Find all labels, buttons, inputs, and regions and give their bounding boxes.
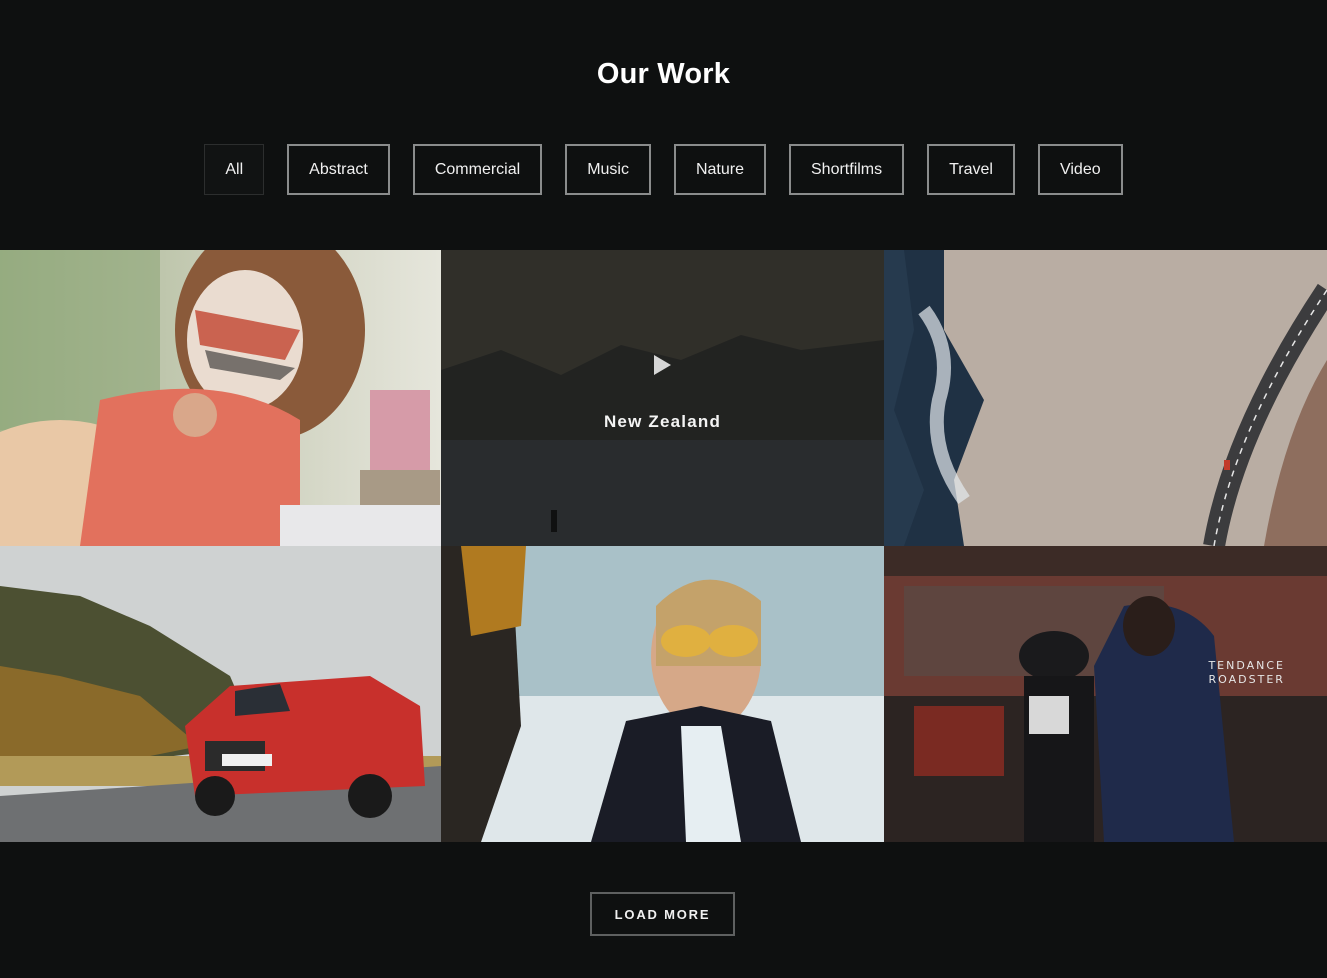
our-work-section: Our Work All Abstract Commercial Music N…	[0, 0, 1327, 978]
filter-shortfilms-button[interactable]: Shortfilms	[789, 144, 905, 195]
portfolio-grid: New Zealand TENDANCE ROADSTER	[0, 250, 1327, 842]
load-more-button[interactable]: LOAD MORE	[590, 892, 735, 936]
category-filters: All Abstract Commercial Music Nature Sho…	[0, 144, 1327, 195]
portfolio-item-roadster[interactable]: TENDANCE ROADSTER	[884, 546, 1327, 842]
page-title: Our Work	[596, 58, 731, 90]
watermark-line-2: ROADSTER	[1208, 673, 1285, 686]
portfolio-item-new-zealand[interactable]: New Zealand	[441, 250, 884, 546]
portfolio-item-coastline[interactable]	[884, 250, 1327, 546]
filter-nature-button[interactable]: Nature	[673, 144, 766, 195]
portfolio-item-red-car[interactable]	[0, 546, 441, 842]
play-icon[interactable]	[654, 354, 671, 375]
portfolio-item-face-paint[interactable]	[0, 250, 441, 546]
face-paint-thumbnail	[0, 250, 441, 546]
red-car-thumbnail	[0, 546, 441, 842]
coastline-thumbnail	[884, 250, 1327, 546]
roadster-thumbnail	[884, 546, 1327, 842]
filter-music-button[interactable]: Music	[565, 144, 651, 195]
filter-travel-button[interactable]: Travel	[927, 144, 1015, 195]
filter-all-button[interactable]: All	[204, 144, 265, 195]
watermark-line-1: TENDANCE	[1208, 659, 1285, 672]
portfolio-item-sunglasses[interactable]	[441, 546, 884, 842]
filter-video-button[interactable]: Video	[1037, 144, 1123, 195]
sunglasses-thumbnail	[441, 546, 884, 842]
filter-abstract-button[interactable]: Abstract	[287, 144, 390, 195]
portfolio-item-title: New Zealand	[603, 411, 722, 431]
hover-overlay: New Zealand	[441, 250, 884, 546]
roadster-watermark: TENDANCE ROADSTER	[1208, 659, 1285, 687]
filter-commercial-button[interactable]: Commercial	[412, 144, 543, 195]
